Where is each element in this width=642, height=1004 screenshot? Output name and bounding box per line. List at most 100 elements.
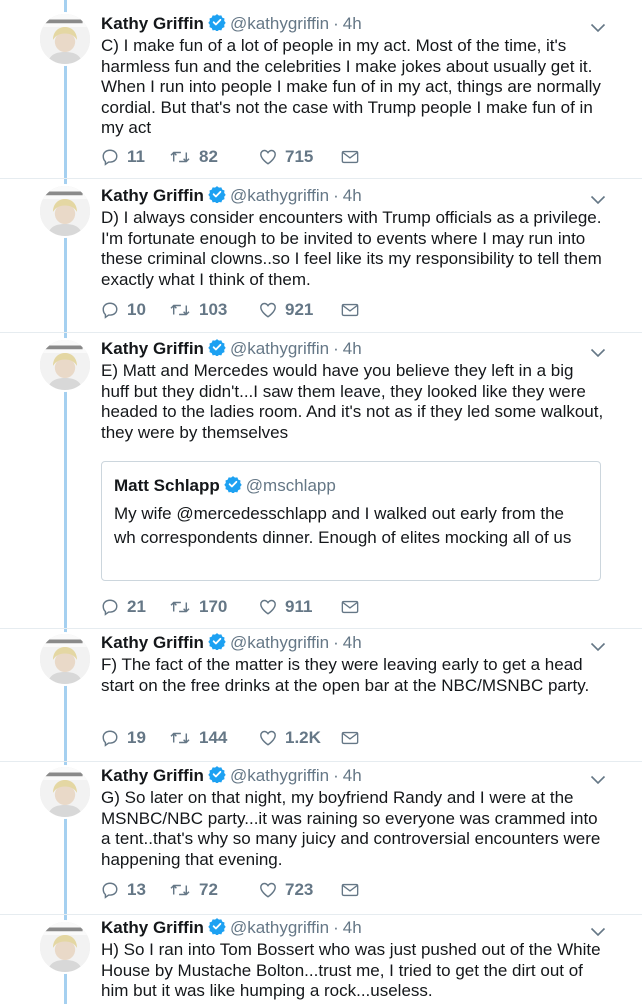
heart-icon [259, 301, 277, 319]
timestamp[interactable]: 4h [343, 186, 362, 205]
author-name[interactable]: Kathy Griffin [101, 186, 204, 205]
quoted-author-handle[interactable]: @mschlapp [246, 476, 336, 495]
author-name[interactable]: Kathy Griffin [101, 14, 204, 33]
avatar[interactable] [38, 920, 92, 974]
retweet-icon [169, 148, 191, 166]
like-count: 911 [285, 597, 313, 616]
retweet-count: 103 [199, 300, 228, 319]
tweet-actions: 21 170 911 [101, 596, 359, 618]
direct-message-button[interactable] [341, 303, 359, 317]
reply-icon [101, 881, 119, 899]
like-button[interactable]: 1.2K [259, 728, 341, 748]
chevron-down-icon[interactable] [590, 635, 606, 659]
tweet-text: H) So I ran into Tom Bossert who was jus… [101, 940, 601, 1000]
tweet-text: F) The fact of the matter is they were l… [101, 655, 590, 695]
retweet-button[interactable]: 82 [169, 147, 259, 167]
heart-icon [259, 598, 277, 616]
tweet[interactable]: Kathy Griffin @kathygriffin · 4h C) I make … [0, 0, 642, 179]
like-count: 723 [285, 880, 314, 899]
tweet[interactable]: Kathy Griffin @kathygriffin · 4h G) So late… [0, 761, 642, 915]
quoted-author-name[interactable]: Matt Schlapp [114, 476, 220, 495]
author-name[interactable]: Kathy Griffin [101, 766, 204, 785]
tweet[interactable]: Kathy Griffin @kathygriffin · 4h H) So I ra… [0, 914, 642, 1004]
author-name[interactable]: Kathy Griffin [101, 633, 204, 652]
reply-icon [101, 148, 119, 166]
tweet-header: Kathy Griffin @kathygriffin · 4h [101, 916, 606, 940]
verified-badge-icon [208, 338, 226, 363]
retweet-count: 82 [199, 147, 218, 166]
author-handle[interactable]: @kathygriffin [230, 766, 329, 785]
reply-button[interactable]: 11 [101, 147, 169, 167]
envelope-icon [341, 731, 359, 745]
reply-icon [101, 729, 119, 747]
direct-message-button[interactable] [341, 883, 359, 897]
retweet-button[interactable]: 144 [169, 728, 259, 748]
like-button[interactable]: 921 [259, 300, 341, 320]
tweet-header: Kathy Griffin @kathygriffin · 4h [101, 337, 606, 361]
retweet-icon [169, 881, 191, 899]
timestamp[interactable]: 4h [343, 918, 362, 937]
chevron-down-icon[interactable] [590, 188, 606, 212]
retweet-count: 144 [199, 728, 228, 747]
author-handle[interactable]: @kathygriffin [230, 14, 329, 33]
like-button[interactable]: 911 [259, 597, 341, 617]
direct-message-button[interactable] [341, 600, 359, 614]
chevron-down-icon[interactable] [590, 341, 606, 365]
retweet-button[interactable]: 103 [169, 300, 259, 320]
reply-count: 21 [127, 597, 146, 616]
reply-button[interactable]: 13 [101, 880, 169, 900]
chevron-down-icon[interactable] [590, 768, 606, 792]
retweet-count: 72 [199, 880, 218, 899]
tweet[interactable]: Kathy Griffin @kathygriffin · 4h D) I alway… [0, 178, 642, 333]
avatar[interactable] [38, 12, 92, 66]
author-name[interactable]: Kathy Griffin [101, 339, 204, 358]
separator: · [333, 918, 339, 937]
avatar[interactable] [38, 765, 92, 819]
tweet-header: Kathy Griffin @kathygriffin · 4h [101, 184, 606, 208]
avatar[interactable] [38, 632, 92, 686]
retweet-icon [169, 301, 191, 319]
author-handle[interactable]: @kathygriffin [230, 633, 329, 652]
quoted-tweet[interactable]: Matt Schlapp @mschlapp My wife @mercedess… [101, 461, 601, 581]
timestamp[interactable]: 4h [343, 14, 362, 33]
timestamp[interactable]: 4h [343, 339, 362, 358]
tweet[interactable]: Kathy Griffin @kathygriffin · 4h F) The fac… [0, 628, 642, 762]
chevron-down-icon[interactable] [590, 16, 606, 40]
verified-badge-icon [208, 185, 226, 210]
direct-message-button[interactable] [341, 731, 359, 745]
retweet-icon [169, 729, 191, 747]
like-count: 921 [285, 300, 314, 319]
retweet-button[interactable]: 170 [169, 597, 259, 617]
direct-message-button[interactable] [341, 150, 359, 164]
tweet-actions: 11 82 715 [101, 146, 359, 168]
author-handle[interactable]: @kathygriffin [230, 339, 329, 358]
separator: · [333, 633, 339, 652]
author-name[interactable]: Kathy Griffin [101, 918, 204, 937]
author-handle[interactable]: @kathygriffin [230, 186, 329, 205]
heart-icon [259, 148, 277, 166]
like-button[interactable]: 723 [259, 880, 341, 900]
like-button[interactable]: 715 [259, 147, 341, 167]
tweet-text: D) I always consider encounters with Tru… [101, 208, 602, 289]
like-count: 715 [285, 147, 314, 166]
reply-button[interactable]: 19 [101, 728, 169, 748]
avatar[interactable] [38, 184, 92, 238]
envelope-icon [341, 883, 359, 897]
author-handle[interactable]: @kathygriffin [230, 918, 329, 937]
tweet[interactable]: Kathy Griffin @kathygriffin · 4h E) Matt an… [0, 332, 642, 629]
chevron-down-icon[interactable] [590, 920, 606, 944]
envelope-icon [341, 303, 359, 317]
timestamp[interactable]: 4h [343, 633, 362, 652]
retweet-button[interactable]: 72 [169, 880, 259, 900]
timestamp[interactable]: 4h [343, 766, 362, 785]
heart-icon [259, 881, 277, 899]
retweet-icon [169, 598, 191, 616]
separator: · [333, 766, 339, 785]
tweet-header: Kathy Griffin @kathygriffin · 4h [101, 631, 606, 655]
reply-button[interactable]: 10 [101, 300, 169, 320]
tweet-header: Kathy Griffin @kathygriffin · 4h [101, 12, 606, 36]
reply-button[interactable]: 21 [101, 597, 169, 617]
tweet-text: G) So later on that night, my boyfriend … [101, 788, 601, 869]
avatar[interactable] [38, 338, 92, 392]
separator: · [333, 186, 339, 205]
